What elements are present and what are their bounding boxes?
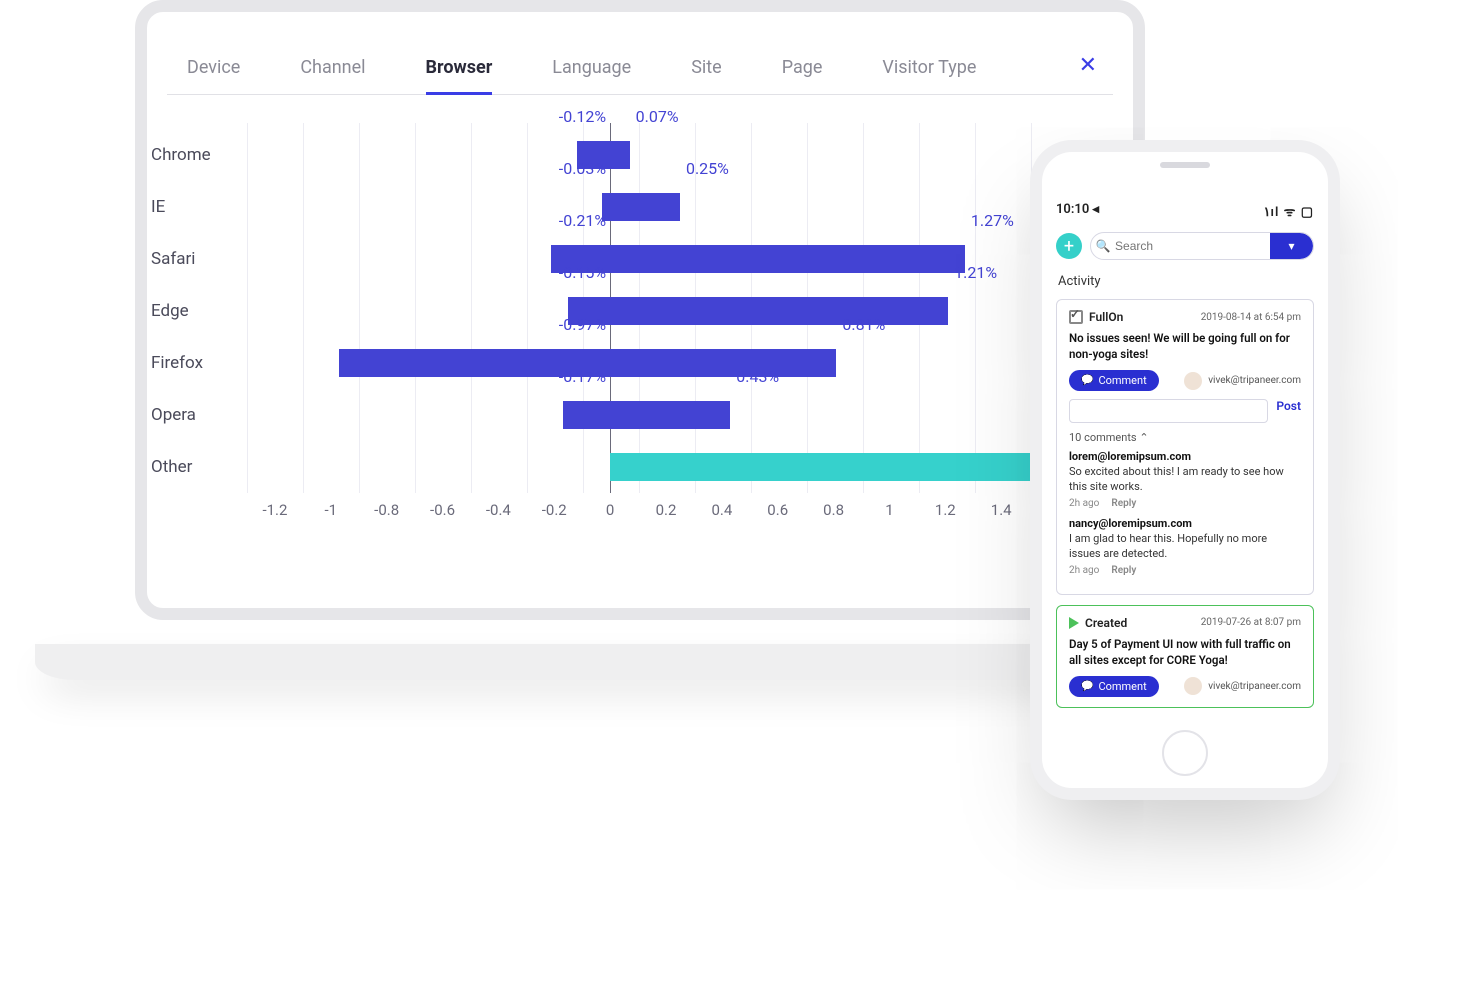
tab-browser[interactable]: Browser	[426, 57, 493, 95]
chart-value-label: -0.97%	[559, 315, 606, 334]
chart-xtick: -0.4	[486, 501, 511, 519]
chart-xtick: -0.2	[542, 501, 567, 519]
status-bar: 10:10 ◂ ۱ıl ᯤ ▢	[1056, 202, 1314, 220]
post-button[interactable]: Post	[1276, 399, 1301, 423]
reply-link[interactable]: Reply	[1111, 498, 1136, 509]
chart-value-label: 1.27%	[971, 211, 1014, 230]
tab-site[interactable]: Site	[691, 57, 722, 86]
card-text: No issues seen! We will be going full on…	[1069, 330, 1301, 362]
chart-category: Chrome	[151, 145, 237, 165]
tab-channel[interactable]: Channel	[300, 57, 365, 86]
chart-bar-pos	[610, 245, 965, 273]
comment-button[interactable]: Comment	[1069, 676, 1159, 697]
chart-value-label: -0.03%	[559, 159, 606, 178]
chart-xtick: 1.2	[935, 501, 956, 519]
comment-input[interactable]	[1069, 399, 1268, 423]
chart-xtick: 0.2	[656, 501, 677, 519]
chart-category: Opera	[151, 405, 237, 425]
chart-value-label: 0.07%	[636, 107, 679, 126]
comment-thread-item: lorem@loremipsum.com So excited about th…	[1069, 450, 1301, 509]
chart-category: IE	[151, 197, 237, 217]
avatar	[1184, 677, 1202, 695]
card-timestamp: 2019-08-14 at 6:54 pm	[1201, 312, 1301, 323]
filter-button[interactable]: ▾	[1270, 233, 1313, 259]
chart-value-label: -0.15%	[559, 263, 606, 282]
chart-value-label: -0.12%	[559, 107, 606, 126]
section-title: Activity	[1058, 274, 1314, 289]
chart-xtick: 0.4	[711, 501, 732, 519]
home-button[interactable]	[1162, 730, 1208, 776]
chart-category: Edge	[151, 301, 237, 321]
card-timestamp: 2019-07-26 at 8:07 pm	[1201, 617, 1301, 628]
activity-card-fullon: FullOn 2019-08-14 at 6:54 pm No issues s…	[1056, 299, 1314, 595]
chart-value-label: -0.21%	[559, 211, 606, 230]
card-text: Day 5 of Payment UI now with full traffi…	[1069, 636, 1301, 668]
chart-xtick: 0	[606, 501, 614, 519]
activity-card-created: Created 2019-07-26 at 8:07 pm Day 5 of P…	[1056, 605, 1314, 708]
chart-bar-pos	[610, 297, 948, 325]
phone-speaker	[1160, 162, 1210, 168]
chart-value-label: 1.21%	[954, 263, 997, 282]
chart-value-label: 0.43%	[736, 367, 779, 386]
chart-xtick: -1.2	[262, 501, 287, 519]
laptop-mockup: Device Channel Browser Language Site Pag…	[135, 0, 1145, 680]
add-button[interactable]: +	[1056, 233, 1082, 259]
chart-bar-pos	[610, 141, 630, 169]
comment-thread-item: nancy@loremipsum.com I am glad to hear t…	[1069, 517, 1301, 576]
tab-device[interactable]: Device	[187, 57, 240, 86]
chart-xtick: -0.6	[430, 501, 455, 519]
chart-category: Safari	[151, 249, 237, 269]
chart-value-label: 0.81%	[842, 315, 885, 334]
status-time: 10:10 ◂	[1056, 202, 1099, 220]
laptop-screen: Device Channel Browser Language Site Pag…	[135, 0, 1145, 620]
chart-value-label: -0.17%	[559, 367, 606, 386]
close-icon[interactable]: ✕	[1079, 53, 1097, 78]
filter-icon: ▾	[1289, 239, 1295, 253]
search-box: 🔍 ▾	[1090, 232, 1314, 260]
play-icon	[1069, 617, 1079, 629]
card-title: FullOn	[1089, 310, 1123, 324]
phone-mockup: 10:10 ◂ ۱ıl ᯤ ▢ + 🔍 ▾ Activity FullOn 20…	[1030, 140, 1340, 800]
card-author: vivek@tripaneer.com	[1184, 372, 1301, 390]
comment-button[interactable]: Comment	[1069, 370, 1159, 391]
tab-visitor-type[interactable]: Visitor Type	[882, 57, 976, 86]
card-author: vivek@tripaneer.com	[1184, 677, 1301, 695]
chart-xtick: -1	[325, 501, 338, 519]
chart-bar-pos	[610, 401, 730, 429]
tab-page[interactable]: Page	[782, 57, 823, 86]
chart-xtick: 1	[885, 501, 893, 519]
search-input[interactable]	[1115, 239, 1270, 253]
chart-category: Firefox	[151, 353, 237, 373]
browser-chart: Chrome-0.12%0.07%IE-0.03%0.25%Safari-0.2…	[167, 95, 1113, 533]
chart-bar-neg	[563, 401, 610, 429]
chart-bar-pos	[610, 193, 680, 221]
chart-xtick: -0.8	[374, 501, 399, 519]
expand-comments[interactable]: 10 comments ⌃	[1069, 431, 1301, 444]
report-tabs: Device Channel Browser Language Site Pag…	[167, 57, 1113, 95]
chart-category: Other	[151, 457, 237, 477]
chart-xtick: 0.8	[823, 501, 844, 519]
chart-bar-pos	[610, 349, 836, 377]
reply-link[interactable]: Reply	[1111, 565, 1136, 576]
status-icons: ۱ıl ᯤ ▢	[1264, 202, 1314, 220]
chart-xtick: 1.4	[991, 501, 1012, 519]
avatar	[1184, 372, 1202, 390]
chart-value-label: 0.25%	[686, 159, 729, 178]
card-title: Created	[1085, 616, 1127, 630]
check-icon	[1069, 310, 1083, 324]
search-icon: 🔍	[1091, 239, 1115, 253]
chart-xtick: 0.6	[767, 501, 788, 519]
tab-language[interactable]: Language	[552, 57, 631, 86]
